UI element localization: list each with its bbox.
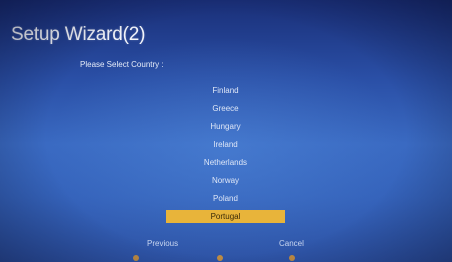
cancel-button[interactable]: Cancel [279,239,304,248]
key-hint-bar [0,254,452,262]
page-title: Setup Wizard(2) [11,24,146,45]
country-item-poland[interactable]: Poland [166,190,285,208]
country-item-netherlands[interactable]: Netherlands [166,154,285,172]
country-item-finland[interactable]: Finland [166,82,285,100]
country-item-portugal-selected[interactable]: Portugal [166,210,285,223]
setup-wizard-screen: Setup Wizard(2) Please Select Country : … [0,0,452,262]
select-country-prompt: Please Select Country : [80,60,164,69]
previous-button[interactable]: Previous [147,239,178,248]
country-list: Finland Greece Hungary Ireland Netherlan… [166,82,285,223]
country-item-hungary[interactable]: Hungary [166,118,285,136]
country-item-ireland[interactable]: Ireland [166,136,285,154]
country-item-norway[interactable]: Norway [166,172,285,190]
country-item-greece[interactable]: Greece [166,100,285,118]
orange-key-icon [289,255,295,261]
orange-key-icon [217,255,223,261]
orange-key-icon [133,255,139,261]
